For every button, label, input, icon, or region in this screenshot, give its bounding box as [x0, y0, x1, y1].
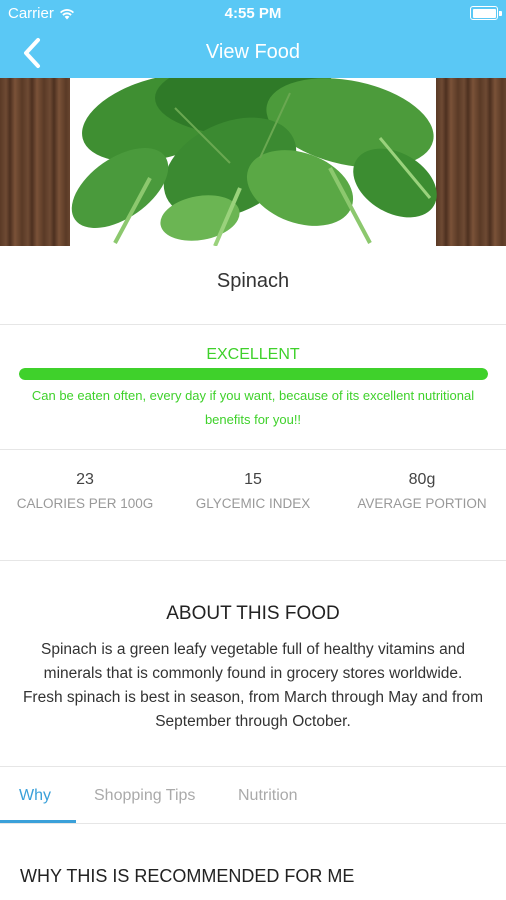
rating-label: EXCELLENT: [206, 346, 300, 363]
clock: 4:55 PM: [224, 5, 282, 22]
stat-value: 80g: [408, 471, 436, 488]
tab-why[interactable]: Why: [19, 787, 51, 805]
rating-bar-fill: [19, 368, 488, 380]
divider: [0, 449, 506, 450]
tab-nutrition[interactable]: Nutrition: [238, 787, 298, 805]
divider: [0, 560, 506, 561]
stat-label: GLYCEMIC INDEX: [195, 496, 311, 511]
stat-glycemic-index: 15 GLYCEMIC INDEX: [183, 470, 323, 516]
nav-bar: View Food: [0, 28, 506, 78]
stat-calories: 23 CALORIES PER 100G: [15, 470, 155, 516]
stat-value: 15: [244, 471, 262, 488]
battery-icon: [470, 6, 502, 20]
food-name: Spinach: [216, 270, 290, 292]
divider: [0, 823, 506, 824]
about-text: Spinach is a green leafy vegetable full …: [22, 641, 484, 730]
page-title: View Food: [205, 41, 301, 63]
food-image: [0, 78, 506, 246]
rating-bar: [19, 368, 488, 380]
spinach-leaves-illustration: [70, 78, 437, 246]
stat-value: 23: [76, 471, 94, 488]
tab-bar: Why Shopping Tips Nutrition: [0, 775, 506, 823]
tab-shopping-tips[interactable]: Shopping Tips: [94, 787, 195, 805]
divider: [0, 766, 506, 767]
stat-label: AVERAGE PORTION: [357, 496, 487, 511]
status-bar: Carrier 4:55 PM: [0, 0, 506, 28]
stat-portion: 80g AVERAGE PORTION: [352, 470, 492, 516]
why-section-title: WHY THIS IS RECOMMENDED FOR ME: [20, 866, 355, 886]
about-title: ABOUT THIS FOOD: [166, 603, 340, 624]
stat-label: CALORIES PER 100G: [16, 496, 154, 511]
divider: [0, 324, 506, 325]
rating-description: Can be eaten often, every day if you wan…: [31, 388, 475, 427]
